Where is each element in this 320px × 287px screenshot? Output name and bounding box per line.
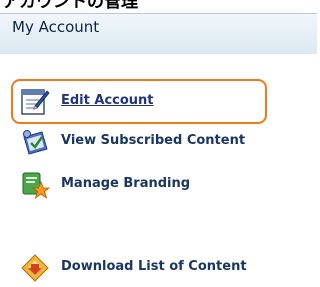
menu-item-label[interactable]: Manage Branding [61,176,190,191]
download-icon [20,253,50,283]
menu-item-download-list-of-content[interactable]: Download List of Content [0,250,317,286]
menu-item-manage-branding[interactable]: Manage Branding [0,167,317,203]
edit-document-icon [20,87,50,117]
branding-icon [20,170,51,200]
menu-item-label[interactable]: Download List of Content [61,259,247,274]
menu-item-label[interactable]: View Subscribed Content [61,133,245,148]
subscription-icon [20,127,50,157]
panel-title: My Account [12,18,100,36]
my-account-header: My Account [0,13,317,54]
page-caption: アカウントの管理 [2,0,138,12]
menu-item-view-subscribed-content[interactable]: View Subscribed Content [0,124,317,160]
menu-item-label[interactable]: Edit Account [61,93,154,108]
menu-item-edit-account[interactable]: Edit Account [0,84,317,120]
